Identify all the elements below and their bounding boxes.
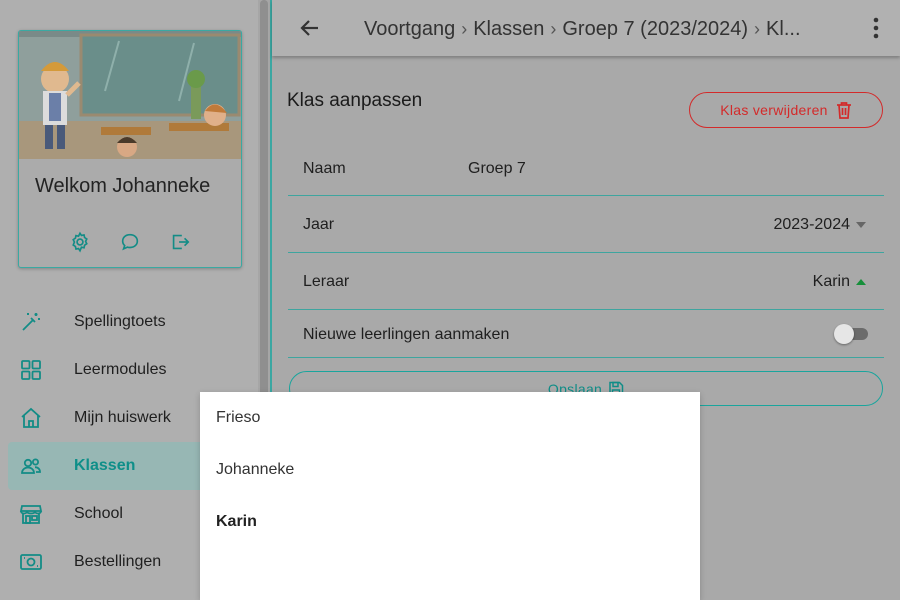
breadcrumb-item-current: Kl... (766, 17, 801, 40)
year-row: Jaar 2023-2024 (288, 196, 884, 253)
breadcrumb-item-groep[interactable]: Groep 7 (2023/2024) (562, 18, 748, 41)
caret-down-icon (856, 222, 866, 228)
chevron-right-icon: › (754, 18, 761, 39)
new-students-label: Nieuwe leerlingen aanmaken (303, 326, 510, 343)
teacher-row: Leraar Karin (288, 253, 884, 310)
sidebar-item-spellingtoets[interactable]: Spellingtoets (8, 298, 258, 346)
name-label: Naam (303, 160, 346, 177)
breadcrumb-item-voortgang[interactable]: Voortgang (364, 18, 455, 41)
sidebar-item-leermodules[interactable]: Leermodules (8, 346, 258, 394)
teacher-select[interactable]: Karin (813, 273, 866, 291)
chat-bubble-icon[interactable] (117, 229, 143, 255)
teacher-option-frieso[interactable]: Frieso (200, 392, 700, 444)
arrow-left-icon (298, 16, 322, 40)
name-input[interactable]: Groep 7 (468, 160, 526, 178)
back-button[interactable] (296, 14, 324, 42)
sidebar-item-label: Klassen (74, 457, 136, 474)
teacher-option-johanneke[interactable]: Johanneke (200, 444, 700, 496)
year-select[interactable]: 2023-2024 (773, 216, 866, 234)
year-label: Jaar (303, 216, 335, 233)
year-select-value: 2023-2024 (773, 216, 850, 233)
money-icon (18, 549, 44, 575)
delete-class-button[interactable]: Klas verwijderen (689, 92, 883, 128)
sidebar-item-label: Leermodules (74, 361, 167, 378)
grid-icon (18, 357, 44, 383)
logout-icon[interactable] (167, 229, 193, 255)
sidebar-item-label: Spellingtoets (74, 313, 166, 330)
classroom-illustration (19, 31, 241, 159)
more-options-button[interactable] (868, 14, 884, 42)
more-vertical-icon (873, 17, 879, 39)
settings-gear-icon[interactable] (67, 229, 93, 255)
users-icon (18, 453, 44, 479)
welcome-text: Welkom Johanneke (35, 175, 211, 197)
magic-wand-icon (18, 309, 44, 335)
name-row: Naam Groep 7 (288, 146, 884, 196)
profile-actions (67, 229, 193, 255)
teacher-option-karin[interactable]: Karin (200, 496, 700, 548)
sidebar-item-label: Mijn huiswerk (74, 409, 171, 426)
storefront-icon (18, 501, 44, 527)
profile-card: Welkom Johanneke (18, 30, 242, 268)
chevron-right-icon: › (550, 18, 557, 39)
teacher-select-value: Karin (812, 273, 850, 290)
chevron-right-icon: › (461, 18, 468, 39)
sidebar-item-label: Bestellingen (74, 553, 162, 570)
sidebar-item-label: School (74, 505, 123, 522)
teacher-dropdown-menu: Frieso Johanneke Karin (200, 392, 700, 600)
home-icon (18, 405, 44, 431)
new-students-toggle[interactable] (834, 324, 868, 344)
trash-icon (836, 101, 852, 119)
breadcrumb: Voortgang › Klassen › Groep 7 (2023/2024… (364, 17, 834, 41)
toggle-knob (834, 324, 854, 344)
teacher-label: Leraar (303, 273, 350, 290)
page-title: Klas aanpassen (287, 90, 423, 111)
top-app-bar: Voortgang › Klassen › Groep 7 (2023/2024… (272, 0, 900, 56)
breadcrumb-item-klassen[interactable]: Klassen (473, 18, 544, 41)
new-students-row: Nieuwe leerlingen aanmaken (288, 310, 884, 358)
delete-class-label: Klas verwijderen (720, 102, 828, 118)
caret-up-icon (856, 279, 866, 285)
